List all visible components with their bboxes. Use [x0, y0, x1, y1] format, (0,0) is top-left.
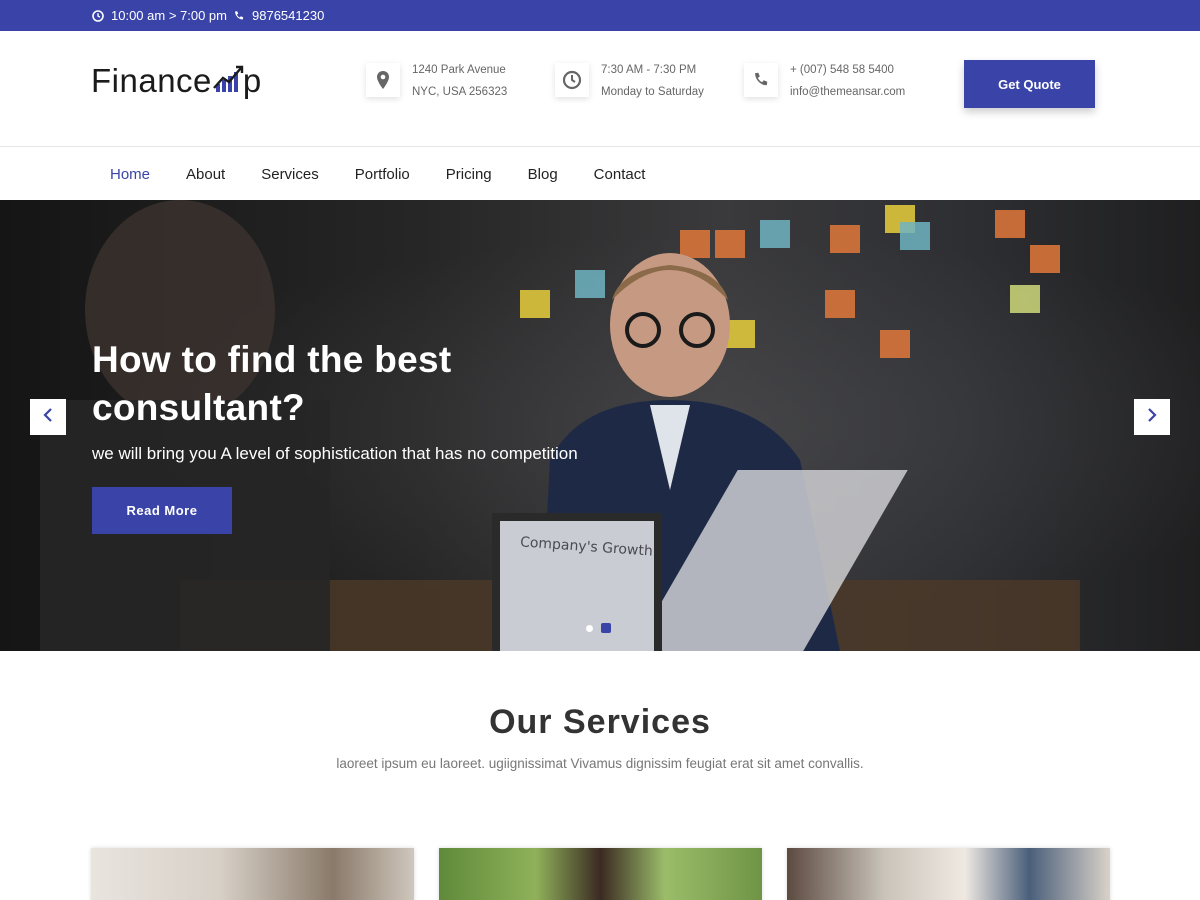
get-quote-button[interactable]: Get Quote	[964, 60, 1095, 108]
phone-icon	[744, 63, 778, 97]
contact-email[interactable]: info@themeansar.com	[790, 81, 905, 103]
nav-item-contact[interactable]: Contact	[576, 166, 664, 183]
contact-phone[interactable]: + (007) 548 58 5400	[790, 59, 905, 81]
phone-text: 9876541230	[252, 8, 325, 23]
service-card[interactable]	[91, 848, 414, 900]
sticky-note	[880, 330, 910, 358]
laptop-screen: Company's Growth	[492, 513, 662, 651]
slider-prev-button[interactable]	[30, 399, 66, 435]
phone-icon	[233, 10, 245, 22]
hero-title: How to find the best consultant?	[92, 339, 452, 428]
site-header: Finance p 1240 Park Avenue NYC, USA 2563…	[0, 31, 1200, 147]
contact-info: + (007) 548 58 5400 info@themeansar.com	[744, 59, 905, 103]
sticky-note	[1030, 245, 1060, 273]
hours-info-block: 7:30 AM - 7:30 PM Monday to Saturday	[555, 59, 704, 103]
hours-line2: Monday to Saturday	[601, 86, 704, 98]
sticky-note	[900, 222, 930, 250]
services-title: Our Services	[489, 703, 711, 741]
hero-subtitle: we will bring you A level of sophisticat…	[92, 444, 578, 463]
top-bar: 10:00 am > 7:00 pm 9876541230	[0, 0, 1200, 31]
hours-info: 10:00 am > 7:00 pm	[92, 0, 227, 31]
phone-info[interactable]: 9876541230	[233, 0, 324, 31]
nav-item-home[interactable]: Home	[92, 166, 168, 183]
logo-text: Finance	[91, 62, 212, 99]
nav-item-pricing[interactable]: Pricing	[428, 166, 510, 183]
growth-chart-icon	[213, 64, 245, 98]
chevron-left-icon	[42, 407, 54, 428]
nav-item-about[interactable]: About	[168, 166, 243, 183]
service-card[interactable]	[439, 848, 762, 900]
services-subtitle: laoreet ipsum eu laoreet. ugiignissimat …	[336, 756, 864, 771]
logo-tail: p	[242, 62, 262, 99]
slider-dot-1[interactable]	[586, 624, 593, 632]
nav-item-portfolio[interactable]: Portfolio	[337, 166, 428, 183]
logo[interactable]: Finance p	[91, 61, 262, 101]
nav-item-blog[interactable]: Blog	[510, 166, 576, 183]
sticky-note	[995, 210, 1025, 238]
clock-icon	[555, 63, 589, 97]
address-line1: 1240 Park Avenue	[412, 64, 506, 76]
read-more-button[interactable]: Read More	[92, 487, 232, 534]
laptop-screen-text: Company's Growth	[519, 534, 654, 560]
map-marker-icon	[366, 63, 400, 97]
nav-item-services[interactable]: Services	[243, 166, 337, 183]
service-card[interactable]	[787, 848, 1110, 900]
chevron-right-icon	[1146, 407, 1158, 428]
sticky-note	[1010, 285, 1040, 313]
address-line2: NYC, USA 256323	[412, 86, 508, 98]
main-nav: Home About Services Portfolio Pricing Bl…	[0, 148, 1200, 200]
hours-text: 10:00 am > 7:00 pm	[111, 8, 227, 23]
clock-icon	[92, 9, 104, 22]
slider-dots	[586, 623, 611, 633]
address-info: 1240 Park Avenue NYC, USA 256323	[366, 59, 507, 103]
hours-line1: 7:30 AM - 7:30 PM	[601, 64, 697, 76]
slider-next-button[interactable]	[1134, 399, 1170, 435]
slider-dot-2[interactable]	[601, 623, 611, 633]
